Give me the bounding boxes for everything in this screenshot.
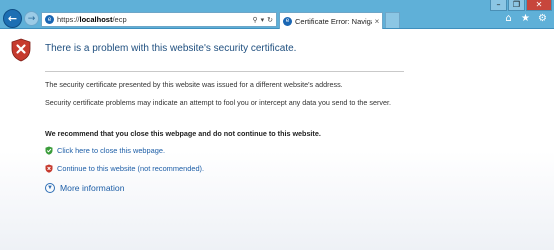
continue-link[interactable]: Continue to this website (not recommende…	[45, 164, 204, 173]
dropdown-icon[interactable]: ▾	[261, 16, 265, 24]
star-icon[interactable]: ★	[520, 13, 531, 24]
back-arrow-icon: ←	[7, 12, 18, 25]
green-shield-icon	[45, 146, 53, 155]
close-webpage-link[interactable]: Click here to close this webpage.	[45, 146, 165, 155]
tab-certificate-error[interactable]: e Certificate Error: Navigation... ×	[279, 12, 383, 29]
close-window-button[interactable]: ✕	[526, 0, 552, 11]
browser-tools: ⌂ ★ ⚙	[503, 13, 548, 24]
chevron-down-icon: ▼	[45, 183, 55, 193]
explanation-text: The security certificate presented by th…	[45, 80, 343, 89]
search-icon[interactable]: ⚲	[252, 16, 257, 24]
recommendation-text: We recommend that you close this webpage…	[45, 129, 321, 138]
page-content: There is a problem with this website's s…	[0, 30, 554, 250]
tab-label: Certificate Error: Navigation...	[295, 16, 372, 26]
tab-close-icon[interactable]: ×	[372, 17, 382, 26]
gear-icon[interactable]: ⚙	[537, 13, 548, 24]
close-webpage-label[interactable]: Click here to close this webpage.	[57, 146, 165, 155]
continue-label[interactable]: Continue to this website (not recommende…	[57, 164, 204, 173]
url-path: /ecp	[112, 15, 127, 24]
browser-chrome: – ❐ ✕ ← → e https://localhost/ecp ⚲ ▾ ↻ …	[0, 0, 554, 29]
address-url[interactable]: https://localhost/ecp	[57, 15, 252, 24]
address-tools: ⚲ ▾ ↻	[252, 16, 276, 24]
address-bar[interactable]: e https://localhost/ecp ⚲ ▾ ↻	[41, 12, 277, 27]
more-information-label[interactable]: More information	[60, 183, 124, 193]
window-controls: – ❐ ✕	[489, 0, 552, 11]
forward-arrow-icon: →	[27, 13, 36, 24]
refresh-icon[interactable]: ↻	[267, 16, 273, 24]
new-tab-button[interactable]	[385, 12, 400, 28]
divider	[45, 71, 404, 72]
more-information-toggle[interactable]: ▼ More information	[45, 183, 124, 193]
restore-button[interactable]: ❐	[508, 0, 525, 11]
forward-button[interactable]: →	[24, 11, 39, 26]
back-button[interactable]: ←	[3, 9, 22, 28]
url-scheme: https://	[57, 15, 80, 24]
warning-text: Security certificate problems may indica…	[45, 98, 391, 107]
ie-favicon-icon: e	[45, 15, 54, 24]
home-icon[interactable]: ⌂	[503, 13, 514, 24]
ie-tab-icon: e	[283, 16, 292, 26]
minimize-button[interactable]: –	[490, 0, 507, 11]
page-title: There is a problem with this website's s…	[45, 43, 297, 54]
shield-error-icon	[11, 38, 31, 62]
url-host: localhost	[79, 15, 113, 24]
red-shield-icon	[45, 164, 53, 173]
